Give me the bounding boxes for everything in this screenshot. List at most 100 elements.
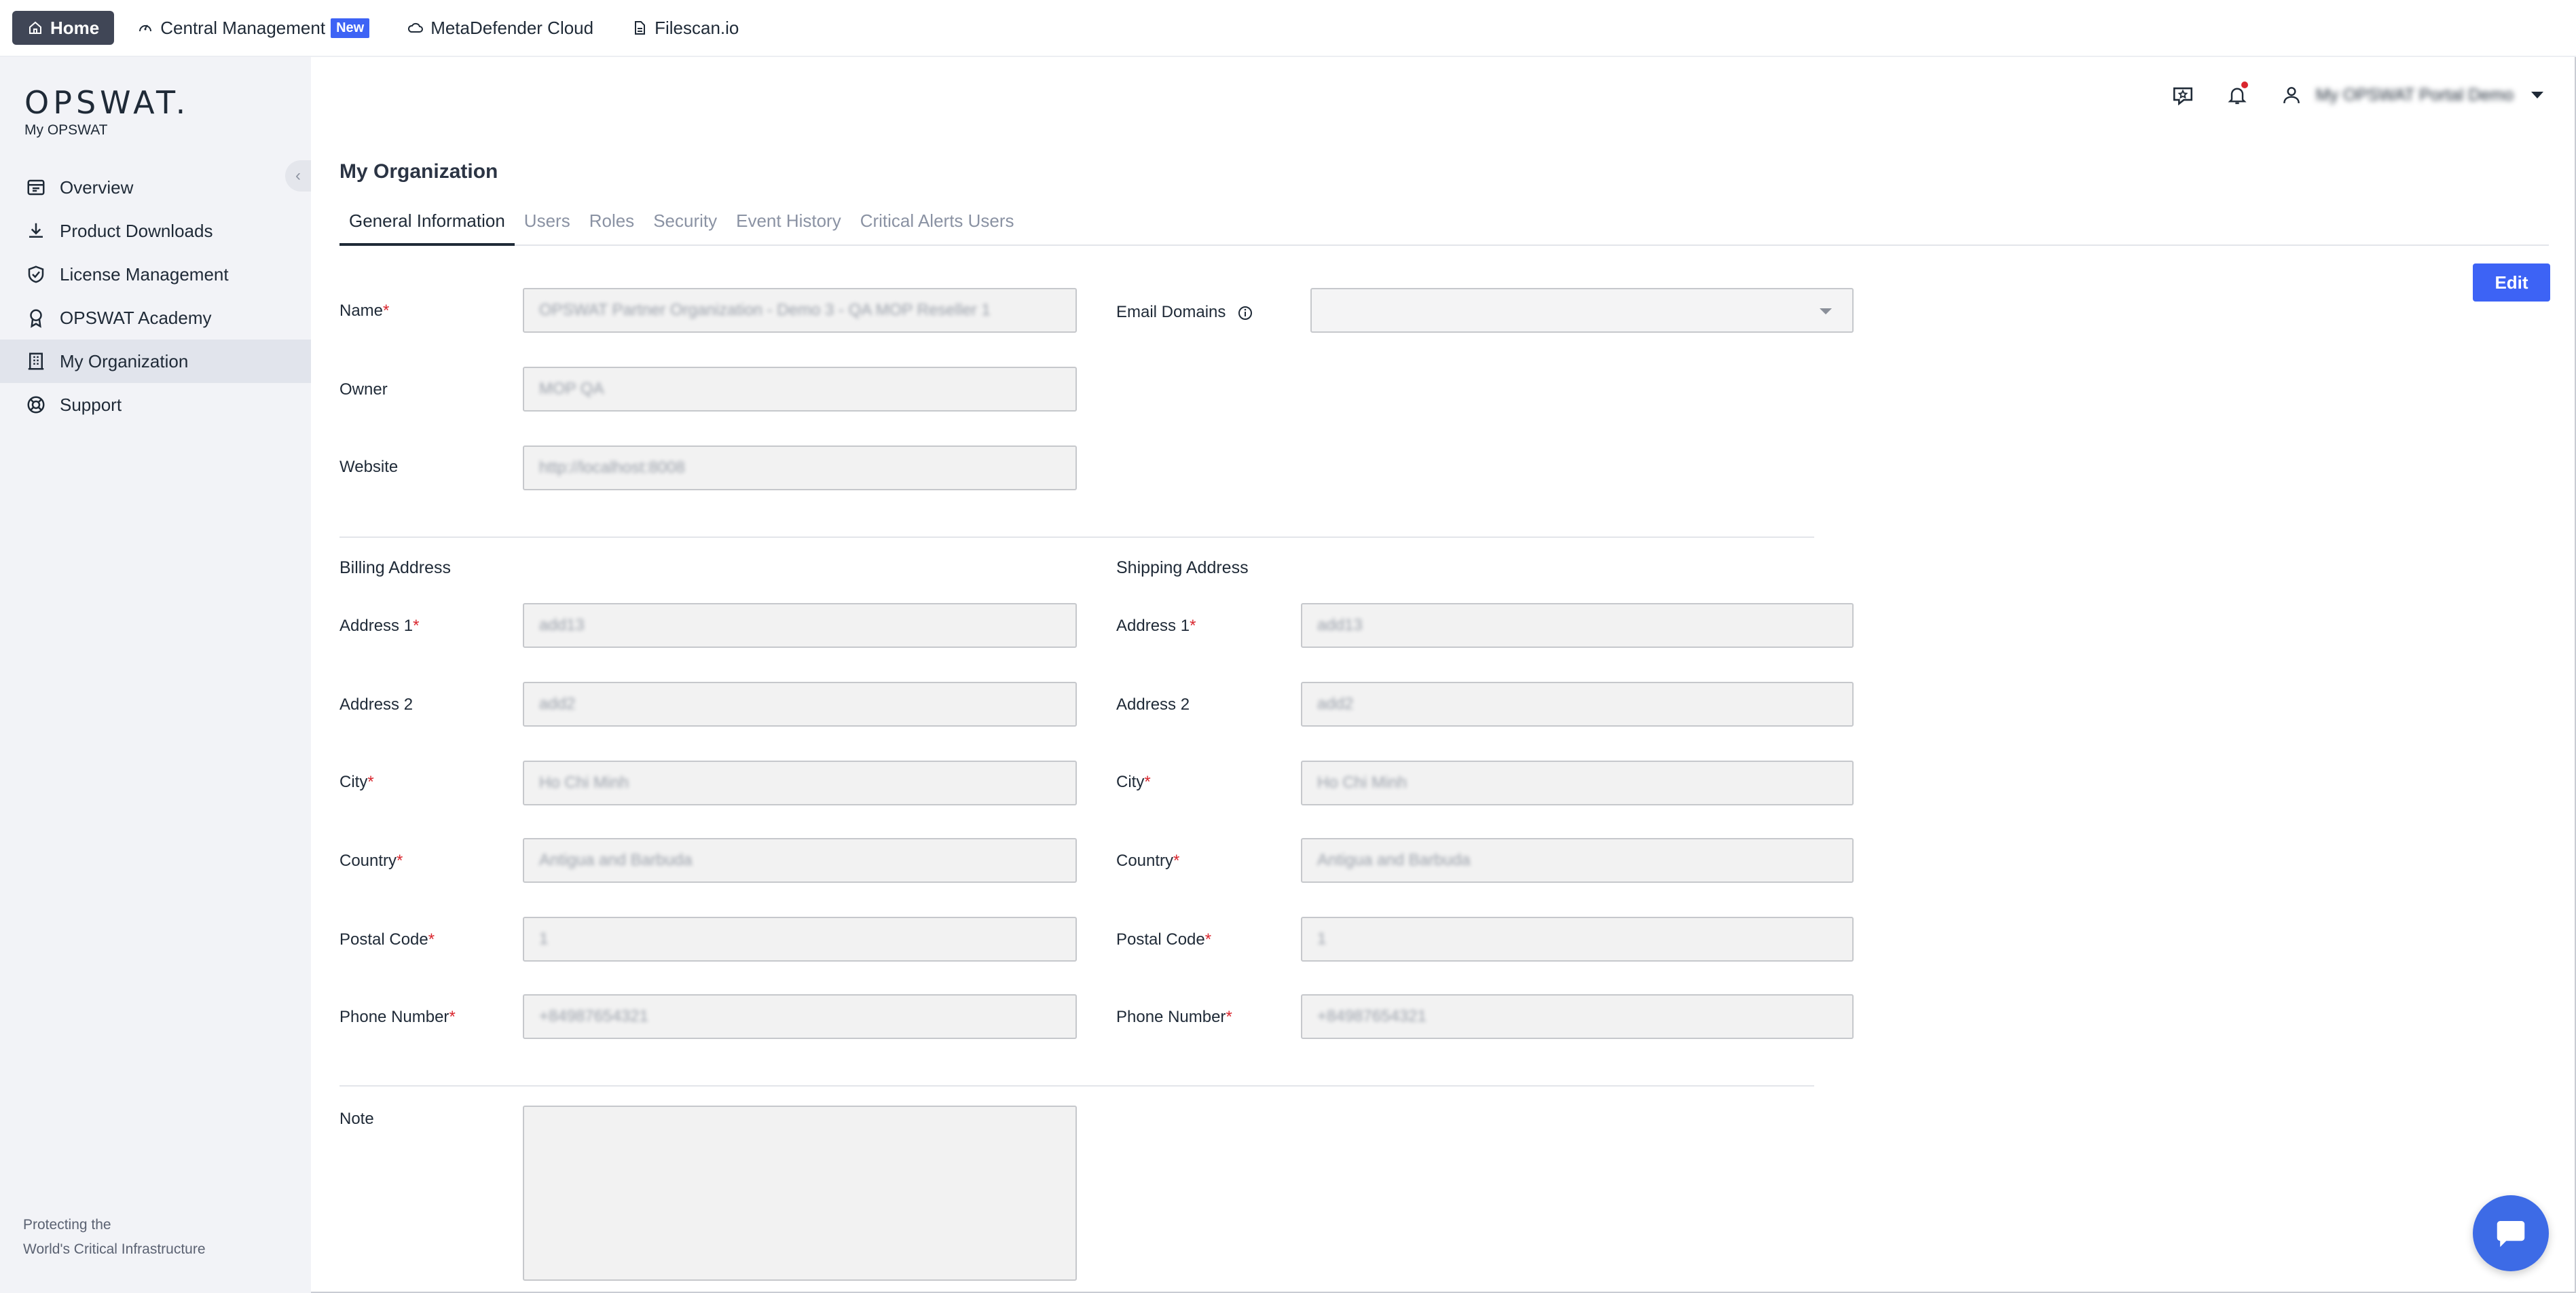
- tab-central-management[interactable]: Central Management New: [122, 11, 384, 45]
- chevron-down-icon[interactable]: [2531, 92, 2543, 98]
- owner-label: Owner: [339, 380, 388, 399]
- billing-postal-field[interactable]: 1: [523, 917, 1077, 962]
- tab-filescan[interactable]: Filescan.io: [617, 11, 754, 45]
- website-value: http://localhost:8008: [539, 458, 685, 477]
- feedback-star-icon: [2173, 87, 2192, 106]
- tab-metadefender-cloud[interactable]: MetaDefender Cloud: [392, 11, 608, 45]
- note-field[interactable]: [523, 1106, 1077, 1281]
- header-actions: My OPSWAT Portal Demo: [2142, 81, 2543, 109]
- logo-wordmark: OPSWAT.: [24, 84, 190, 121]
- tab-roles[interactable]: Roles: [580, 204, 644, 246]
- home-icon: [29, 21, 41, 34]
- logo-subtitle: My OPSWAT: [24, 122, 108, 138]
- user-menu-button[interactable]: [2278, 81, 2305, 109]
- required-marker: *: [1226, 1008, 1232, 1026]
- tab-event-history[interactable]: Event History: [726, 204, 851, 246]
- shipping-phone-field[interactable]: +84987654321: [1301, 994, 1854, 1039]
- sidebar-item-license-management[interactable]: License Management: [0, 253, 311, 296]
- shipping-address1-label: Address 1*: [1116, 617, 1196, 636]
- sidebar-item-support[interactable]: Support: [0, 383, 311, 426]
- sidebar-item-label: License Management: [60, 263, 229, 285]
- file-icon: [635, 21, 646, 35]
- billing-phone-field[interactable]: +84987654321: [523, 994, 1077, 1039]
- required-marker: *: [413, 617, 420, 635]
- billing-country-label: Country*: [339, 852, 403, 871]
- shipping-country-field[interactable]: Antigua and Barbuda: [1301, 838, 1854, 883]
- user-name[interactable]: My OPSWAT Portal Demo: [2316, 86, 2514, 105]
- feedback-button[interactable]: [2169, 81, 2196, 109]
- website-label: Website: [339, 458, 399, 476]
- tab-general-information[interactable]: General Information: [339, 204, 515, 246]
- name-label-text: Name: [339, 302, 384, 320]
- billing-address-heading: Billing Address: [339, 558, 451, 577]
- shipping-postal-label: Postal Code*: [1116, 930, 1211, 949]
- gauge-icon: [139, 24, 152, 32]
- sidebar-item-overview[interactable]: Overview: [0, 166, 311, 209]
- owner-value: MOP QA: [539, 380, 604, 398]
- required-marker: *: [1190, 617, 1196, 635]
- email-domains-select[interactable]: [1310, 288, 1854, 333]
- sidebar-item-label: OPSWAT Academy: [60, 307, 212, 328]
- section-divider: [339, 1085, 1814, 1087]
- note-label: Note: [339, 1110, 374, 1128]
- tab-security[interactable]: Security: [644, 204, 726, 246]
- billing-country-label-text: Country: [339, 852, 397, 870]
- page-title: My Organization: [339, 160, 498, 183]
- shipping-country-value: Antigua and Barbuda: [1317, 851, 1471, 869]
- required-marker: *: [428, 930, 435, 949]
- sidebar-item-label: Overview: [60, 177, 134, 198]
- billing-address2-field[interactable]: add2: [523, 682, 1077, 727]
- sidebar-nav: Overview Product Downloads License Manag…: [0, 166, 311, 426]
- website-field[interactable]: http://localhost:8008: [523, 445, 1077, 490]
- shipping-address2-field[interactable]: add2: [1301, 682, 1854, 727]
- tab-users[interactable]: Users: [515, 204, 580, 246]
- tab-critical-alerts-users[interactable]: Critical Alerts Users: [851, 204, 1024, 246]
- support-icon: [27, 396, 45, 414]
- chat-button[interactable]: [2473, 1195, 2549, 1271]
- overview-icon: [27, 179, 45, 196]
- owner-field[interactable]: MOP QA: [523, 367, 1077, 412]
- shipping-address1-field[interactable]: add13: [1301, 603, 1854, 648]
- organization-tabs: General Information Users Roles Security…: [339, 204, 2549, 246]
- sidebar: OPSWAT. My OPSWAT ‹ Overview Product Dow…: [0, 57, 311, 1293]
- billing-postal-label: Postal Code*: [339, 930, 435, 949]
- sidebar-item-opswat-academy[interactable]: OPSWAT Academy: [0, 296, 311, 340]
- shipping-address1-value: add13: [1317, 616, 1363, 634]
- required-marker: *: [449, 1008, 456, 1026]
- shipping-address1-label-text: Address 1: [1116, 617, 1190, 635]
- edit-button[interactable]: Edit: [2473, 263, 2550, 302]
- shipping-phone-label: Phone Number*: [1116, 1008, 1232, 1027]
- opswat-logo[interactable]: OPSWAT. My OPSWAT: [24, 84, 189, 139]
- tab-home-label: Home: [50, 17, 100, 38]
- billing-city-label-text: City: [339, 773, 368, 791]
- name-field[interactable]: OPSWAT Partner Organization - Demo 3 - Q…: [523, 288, 1077, 333]
- billing-country-field[interactable]: Antigua and Barbuda: [523, 838, 1077, 883]
- billing-phone-label-text: Phone Number: [339, 1008, 449, 1026]
- sidebar-item-my-organization[interactable]: My Organization: [0, 340, 311, 383]
- shipping-postal-label-text: Postal Code: [1116, 930, 1205, 949]
- sidebar-item-label: My Organization: [60, 350, 189, 371]
- email-domains-label: Email Domains: [1116, 303, 1253, 322]
- cloud-icon: [408, 22, 424, 33]
- required-marker: *: [1204, 930, 1212, 949]
- billing-address1-label-text: Address 1: [339, 617, 413, 635]
- shipping-postal-value: 1: [1317, 930, 1327, 948]
- shipping-postal-field[interactable]: 1: [1301, 917, 1854, 962]
- sidebar-item-product-downloads[interactable]: Product Downloads: [0, 209, 311, 253]
- shipping-city-field[interactable]: Ho Chi Minh: [1301, 761, 1854, 805]
- name-value: OPSWAT Partner Organization - Demo 3 - Q…: [539, 301, 991, 319]
- info-icon[interactable]: [1237, 305, 1253, 321]
- license-icon: [28, 266, 44, 283]
- billing-address1-field[interactable]: add13: [523, 603, 1077, 648]
- tab-filescan-label: Filescan.io: [655, 17, 739, 38]
- shipping-country-label: Country*: [1116, 852, 1179, 871]
- billing-phone-label: Phone Number*: [339, 1008, 456, 1027]
- billing-city-field[interactable]: Ho Chi Minh: [523, 761, 1077, 805]
- building-icon: [28, 352, 44, 370]
- shipping-city-label: City*: [1116, 773, 1151, 792]
- billing-address1-label: Address 1*: [339, 617, 419, 636]
- notifications-button[interactable]: [2224, 81, 2251, 109]
- required-marker: *: [1173, 852, 1180, 870]
- tab-home[interactable]: Home: [12, 11, 115, 45]
- billing-postal-value: 1: [539, 930, 549, 948]
